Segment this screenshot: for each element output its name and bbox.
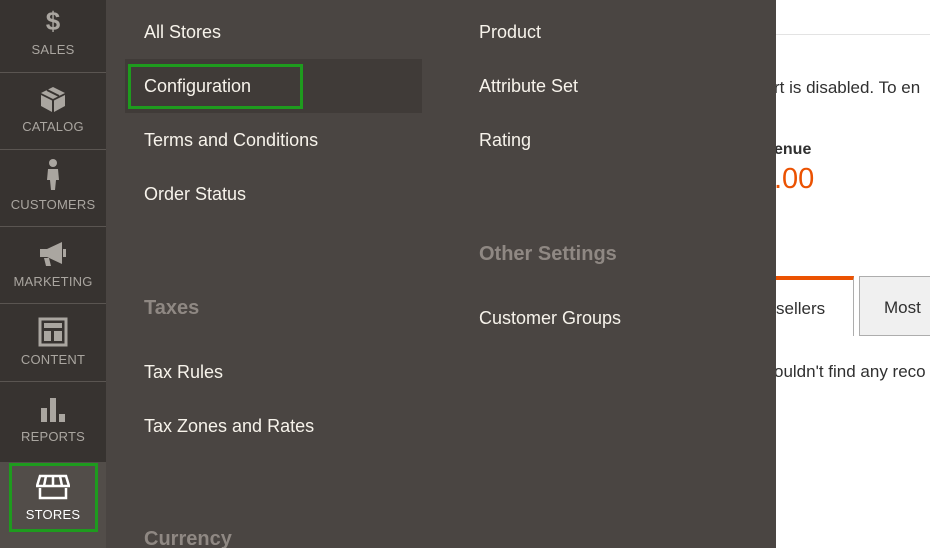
nav-label: MARKETING — [13, 274, 93, 289]
nav-item-customers[interactable]: CUSTOMERS — [0, 154, 106, 231]
dollar-icon: $ — [45, 6, 61, 36]
tab-label: Most — [884, 298, 921, 317]
nav-divider — [0, 303, 106, 304]
admin-page: rt is disabled. To en enue .00 sellers M… — [0, 0, 930, 548]
menu-item-attribute-set[interactable]: Attribute Set — [479, 76, 578, 97]
nav-label: CONTENT — [20, 352, 86, 367]
nav-item-sales[interactable]: $ SALES — [0, 0, 106, 77]
nav-divider — [0, 149, 106, 150]
section-heading-currency: Currency — [144, 528, 232, 548]
megaphone-icon — [0, 241, 106, 272]
menu-item-terms-and-conditions[interactable]: Terms and Conditions — [144, 130, 318, 151]
menu-item-rating[interactable]: Rating — [479, 130, 531, 151]
nav-divider — [0, 226, 106, 227]
revenue-value: .00 — [774, 163, 815, 195]
nav-divider — [0, 381, 106, 382]
stores-flyout-menu: All Stores Configuration Terms and Condi… — [106, 0, 776, 548]
nav-divider — [0, 72, 106, 73]
dashboard-notice: rt is disabled. To en — [774, 78, 921, 97]
configuration-highlight-box — [128, 64, 303, 109]
tab-most-viewed[interactable]: Most — [859, 276, 930, 336]
menu-item-order-status[interactable]: Order Status — [144, 184, 246, 205]
nav-label: REPORTS — [20, 429, 85, 444]
revenue-label: enue — [774, 141, 812, 158]
dashboard-tabs: sellers Most — [762, 276, 930, 336]
header-bar — [776, 0, 930, 35]
empty-message: ouldn't find any reco — [774, 362, 926, 381]
section-heading-other-settings: Other Settings — [479, 243, 617, 265]
menu-item-tax-rules[interactable]: Tax Rules — [144, 362, 223, 383]
nav-label: CATALOG — [22, 119, 84, 134]
menu-item-all-stores[interactable]: All Stores — [144, 22, 221, 43]
nav-label: CUSTOMERS — [10, 197, 96, 212]
nav-item-reports[interactable]: REPORTS — [0, 386, 106, 463]
tab-label: sellers — [776, 299, 826, 318]
bar-chart-icon — [0, 396, 106, 429]
layout-icon — [0, 317, 106, 352]
menu-item-tax-zones-and-rates[interactable]: Tax Zones and Rates — [144, 416, 314, 437]
person-icon — [0, 158, 106, 195]
menu-item-customer-groups[interactable]: Customer Groups — [479, 308, 621, 329]
section-heading-taxes: Taxes — [144, 297, 200, 319]
stores-highlight-box — [9, 463, 98, 532]
nav-item-catalog[interactable]: CATALOG — [0, 77, 106, 154]
menu-item-product[interactable]: Product — [479, 22, 541, 43]
nav-item-content[interactable]: CONTENT — [0, 308, 106, 385]
nav-item-marketing[interactable]: MARKETING — [0, 231, 106, 308]
nav-label: SALES — [31, 42, 75, 57]
box-icon — [0, 85, 106, 118]
